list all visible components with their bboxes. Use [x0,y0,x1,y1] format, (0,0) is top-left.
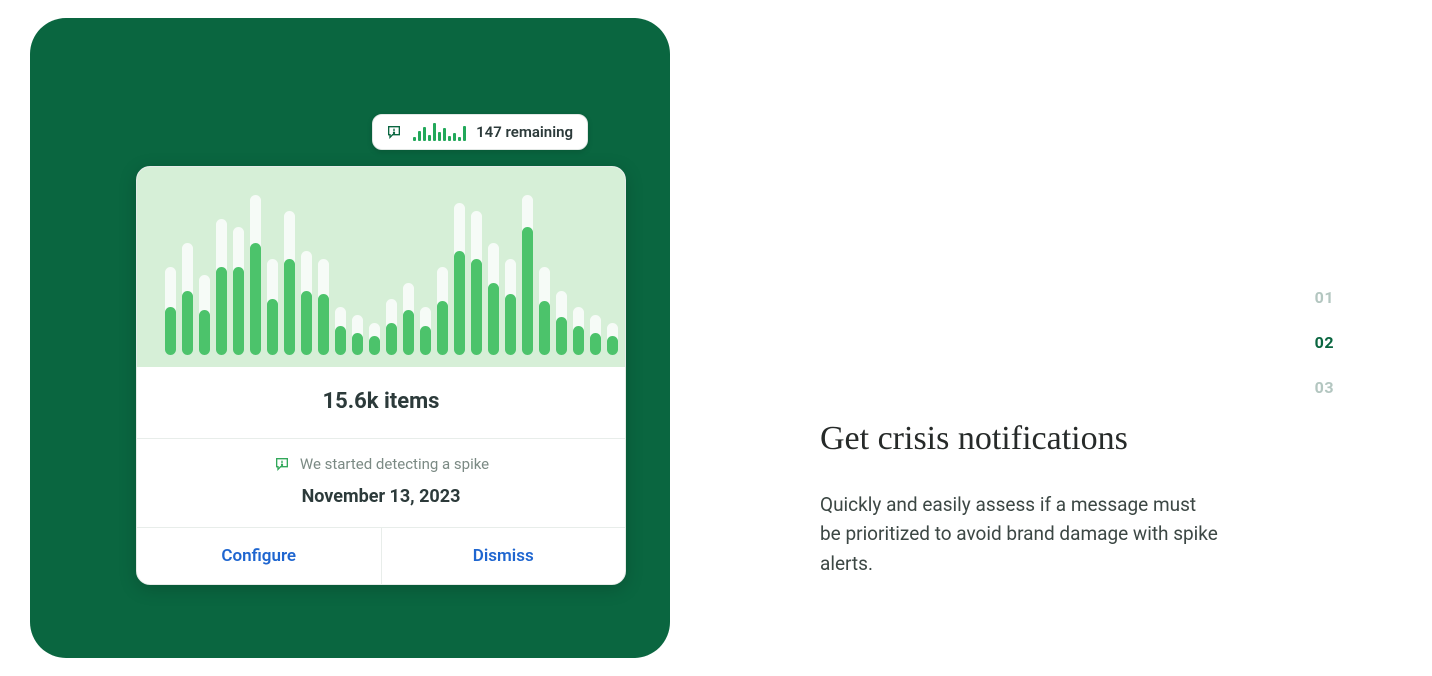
chart-bar [403,283,414,355]
chart-bar [539,267,550,355]
chart-bar [301,251,312,355]
chart-bar [369,323,380,355]
step-01[interactable]: 01 [1315,288,1334,307]
speech-alert-icon [273,456,291,472]
chart-bar [420,307,431,355]
chart-bar [590,315,601,355]
sparkline-bar [428,135,431,141]
card-actions: Configure Dismiss [137,528,625,584]
chart-bar [556,291,567,355]
chart-bar [488,243,499,355]
items-count: 15.6k items [137,367,625,439]
chart-bar [573,307,584,355]
chart-bar [454,203,465,355]
sparkline-bar [438,132,441,141]
chart-bar [284,211,295,355]
chart-bar [250,195,261,355]
chart-bar [352,315,363,355]
speech-alert-icon [385,124,403,140]
sparkline-bar [423,127,426,141]
chart-bar [471,211,482,355]
detect-section: We started detecting a spike November 13… [137,439,625,528]
chart-bar [607,323,618,355]
chart-bar [165,267,176,355]
step-02[interactable]: 02 [1315,333,1334,352]
chart-bar [505,259,516,355]
remaining-text: 147 remaining [476,123,573,141]
spike-card: 15.6k items We started detecting a spike… [136,166,626,585]
feature-panel: 147 remaining 15.6k items We started det… [30,18,670,658]
chart-bar [335,307,346,355]
chart-bar [267,259,278,355]
chart-bar [437,267,448,355]
chart-bar [182,243,193,355]
sparkline-bar [418,131,421,141]
chart-bar [216,219,227,355]
sparkline-bar [443,128,446,141]
step-03[interactable]: 03 [1315,378,1334,397]
step-indicator: 01 02 03 [1315,288,1334,397]
sparkline-bar [458,137,461,141]
chart-bar [199,275,210,355]
chart-bar [386,299,397,355]
remaining-chip: 147 remaining [372,114,588,150]
detect-date: November 13, 2023 [147,486,615,507]
chart-bar [318,259,329,355]
sparkline-bar [463,126,466,141]
chart-bar [233,227,244,355]
sparkline-bar [433,123,436,141]
feature-description: Quickly and easily assess if a message m… [820,490,1220,578]
feature-heading: Get crisis notifications [820,420,1128,458]
configure-button[interactable]: Configure [137,528,382,584]
sparkline-bar [413,137,416,141]
spike-chart [137,167,625,367]
detect-text: We started detecting a spike [300,455,489,473]
sparkline-bar [453,133,456,141]
chart-bar [522,195,533,355]
sparkline-bar [448,136,451,141]
chip-sparkline [413,123,466,141]
dismiss-button[interactable]: Dismiss [382,528,626,584]
